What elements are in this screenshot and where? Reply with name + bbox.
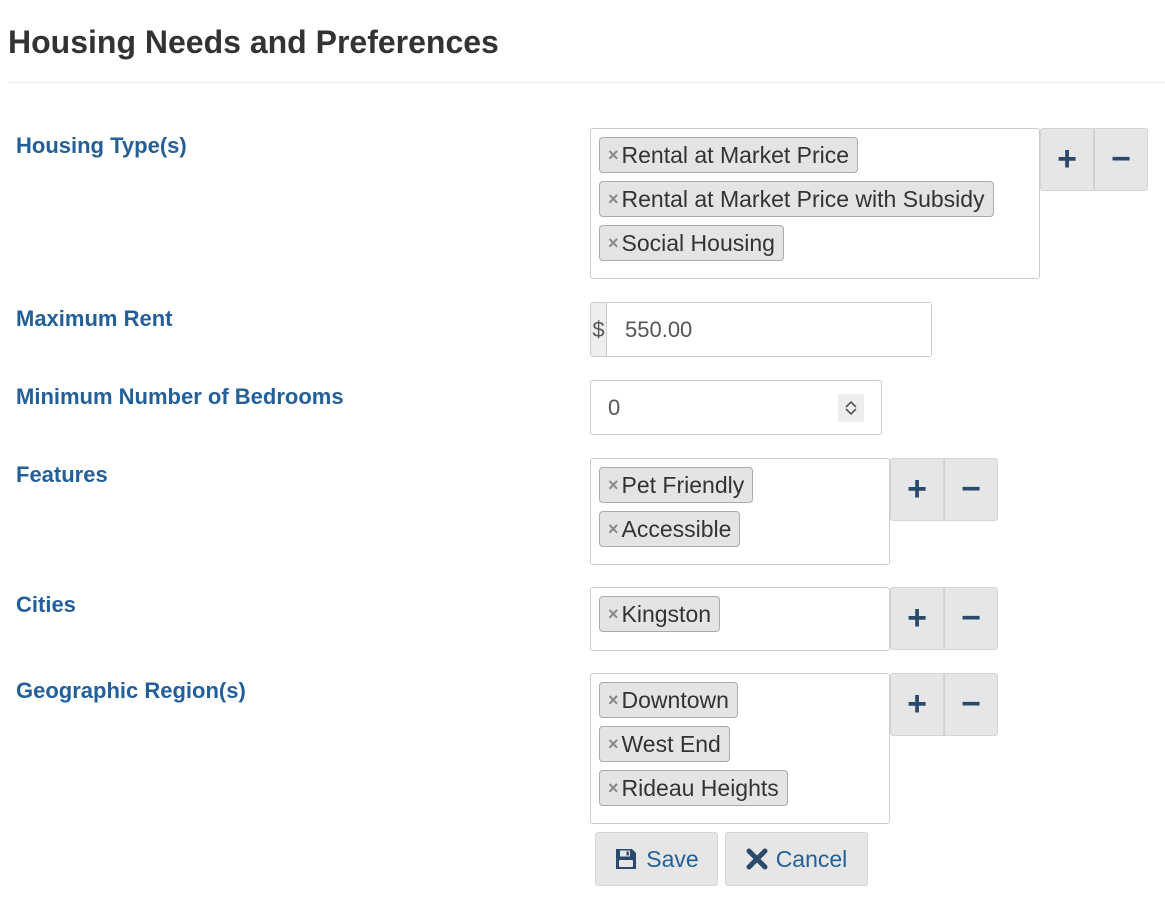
max-rent-label: Maximum Rent: [16, 306, 173, 331]
remove-tag-icon[interactable]: ×: [608, 475, 619, 496]
feature-tag: × Accessible: [599, 511, 741, 547]
currency-addon: $: [591, 303, 607, 356]
housing-type-tag: × Rental at Market Price: [599, 137, 859, 173]
regions-label: Geographic Region(s): [16, 678, 246, 703]
regions-select[interactable]: × Downtown × West End × Rideau Heights: [590, 673, 890, 824]
minus-icon: −: [961, 470, 981, 508]
add-housing-type-button[interactable]: +: [1040, 128, 1094, 191]
remove-tag-icon[interactable]: ×: [608, 519, 619, 540]
add-city-button[interactable]: +: [890, 587, 944, 650]
remove-city-button[interactable]: −: [944, 587, 998, 650]
remove-tag-icon[interactable]: ×: [608, 189, 619, 210]
add-region-button[interactable]: +: [890, 673, 944, 736]
city-tag: × Kingston: [599, 596, 721, 632]
features-buttons: + −: [890, 458, 998, 521]
plus-icon: +: [1057, 140, 1077, 178]
housing-type-tag: × Social Housing: [599, 225, 784, 261]
remove-tag-icon[interactable]: ×: [608, 145, 619, 166]
min-bedrooms-value: 0: [608, 394, 621, 420]
cancel-label: Cancel: [775, 845, 848, 872]
region-tag: × West End: [599, 726, 730, 762]
number-spinner[interactable]: [838, 393, 864, 422]
housing-types-label: Housing Type(s): [16, 133, 187, 158]
title-divider: [8, 82, 1165, 83]
remove-feature-button[interactable]: −: [944, 458, 998, 521]
cities-buttons: + −: [890, 587, 998, 650]
save-label: Save: [646, 845, 699, 872]
cities-label: Cities: [16, 592, 76, 617]
features-select[interactable]: × Pet Friendly × Accessible: [590, 458, 890, 565]
features-label: Features: [16, 462, 108, 487]
housing-types-select[interactable]: × Rental at Market Price × Rental at Marke…: [590, 128, 1040, 279]
remove-region-button[interactable]: −: [944, 673, 998, 736]
housing-types-buttons: + −: [1040, 128, 1148, 191]
remove-tag-icon[interactable]: ×: [608, 734, 619, 755]
save-button[interactable]: Save: [595, 832, 718, 886]
remove-tag-icon[interactable]: ×: [608, 778, 619, 799]
minus-icon: −: [961, 685, 981, 723]
region-tag: × Rideau Heights: [599, 770, 788, 806]
remove-tag-icon[interactable]: ×: [608, 604, 619, 625]
plus-icon: +: [907, 470, 927, 508]
add-feature-button[interactable]: +: [890, 458, 944, 521]
housing-type-tag: × Rental at Market Price with Subsidy: [599, 181, 994, 217]
close-icon: [746, 848, 768, 870]
remove-housing-type-button[interactable]: −: [1094, 128, 1148, 191]
spinner-up-icon[interactable]: [845, 400, 857, 408]
cancel-button[interactable]: Cancel: [725, 832, 868, 886]
remove-tag-icon[interactable]: ×: [608, 233, 619, 254]
max-rent-group: $: [590, 302, 932, 357]
max-rent-input[interactable]: [607, 303, 931, 356]
min-bedrooms-label: Minimum Number of Bedrooms: [16, 384, 344, 409]
floppy-disk-icon: [616, 849, 637, 869]
feature-tag: × Pet Friendly: [599, 467, 754, 503]
min-bedrooms-input[interactable]: 0: [590, 380, 882, 435]
remove-tag-icon[interactable]: ×: [608, 690, 619, 711]
region-tag: × Downtown: [599, 682, 738, 718]
plus-icon: +: [907, 685, 927, 723]
plus-icon: +: [907, 599, 927, 637]
page-title: Housing Needs and Preferences: [8, 24, 499, 60]
regions-buttons: + −: [890, 673, 998, 736]
minus-icon: −: [1111, 140, 1131, 178]
cities-select[interactable]: × Kingston: [590, 587, 890, 651]
spinner-down-icon[interactable]: [845, 407, 857, 416]
minus-icon: −: [961, 599, 981, 637]
